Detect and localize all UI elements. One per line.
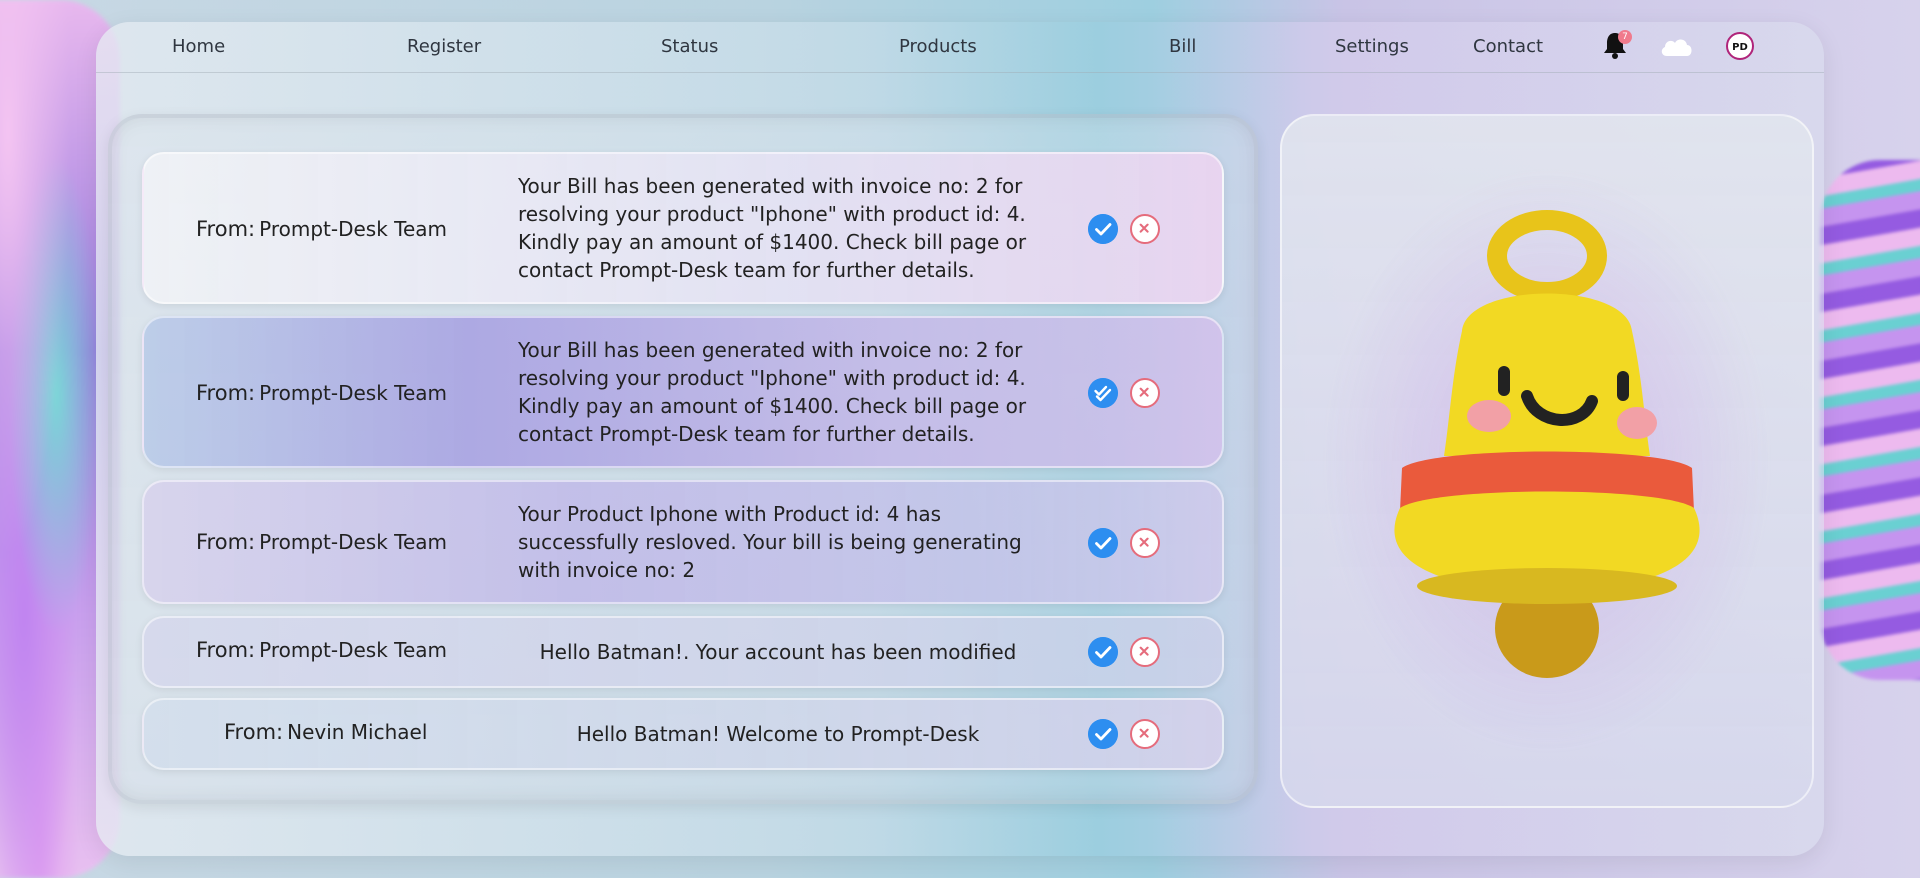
nav-contact[interactable]: Contact	[1473, 36, 1543, 57]
notification-from: From: Prompt-Desk Team	[196, 217, 447, 241]
reject-button[interactable]	[1130, 719, 1160, 749]
avatar[interactable]: PD	[1726, 32, 1754, 60]
main-frame: Home Register Status Products Bill Setti…	[96, 22, 1824, 856]
close-icon	[1139, 223, 1149, 233]
from-label: From:	[196, 530, 256, 554]
accept-button[interactable]	[1088, 214, 1118, 244]
accept-button[interactable]	[1088, 637, 1118, 667]
close-icon	[1139, 537, 1149, 547]
notification-from: From: Prompt-Desk Team	[196, 381, 447, 405]
notification-from: From: Prompt-Desk Team	[196, 530, 447, 554]
notifications-panel: From: Prompt-Desk Team Your Bill has been…	[108, 114, 1258, 804]
notification-card: From: Prompt-Desk Team Hello Batman!. You…	[142, 616, 1224, 688]
close-icon	[1139, 646, 1149, 656]
reject-button[interactable]	[1130, 378, 1160, 408]
nav-settings[interactable]: Settings	[1335, 36, 1409, 57]
notification-from: From: Prompt-Desk Team	[196, 638, 447, 662]
accept-button[interactable]	[1088, 528, 1118, 558]
sender-name: Prompt-Desk Team	[259, 530, 447, 554]
close-icon	[1139, 387, 1149, 397]
accept-button[interactable]	[1088, 719, 1118, 749]
from-label: From:	[196, 217, 256, 241]
notification-from: From: Nevin Michael	[224, 720, 427, 744]
notification-message: Hello Batman!. Your account has been mod…	[539, 640, 1017, 664]
sender-name: Prompt-Desk Team	[259, 638, 447, 662]
sender-name: Prompt-Desk Team	[259, 217, 447, 241]
navbar: Home Register Status Products Bill Setti…	[96, 22, 1824, 73]
reject-button[interactable]	[1130, 528, 1160, 558]
reject-button[interactable]	[1130, 637, 1160, 667]
sender-name: Nevin Michael	[287, 720, 428, 744]
nav-register[interactable]: Register	[407, 36, 481, 57]
notification-message: Your Product Iphone with Product id: 4 h…	[518, 502, 1022, 582]
from-label: From:	[224, 720, 284, 744]
bell-illustration	[1394, 210, 1700, 678]
notification-card: From: Prompt-Desk Team Your Bill has been…	[142, 152, 1224, 304]
reject-button[interactable]	[1130, 214, 1160, 244]
nav-bill[interactable]: Bill	[1169, 36, 1196, 57]
from-label: From:	[196, 381, 256, 405]
accept-button[interactable]	[1088, 378, 1118, 408]
nav-home[interactable]: Home	[172, 36, 225, 57]
cloud-icon[interactable]	[1658, 34, 1694, 58]
notification-card: From: Prompt-Desk Team Your Product Iphon…	[142, 480, 1224, 604]
notification-badge: 7	[1618, 30, 1632, 44]
notification-card: From: Nevin Michael Hello Batman! Welcome…	[142, 698, 1224, 770]
nav-status[interactable]: Status	[661, 36, 718, 57]
sender-name: Prompt-Desk Team	[259, 381, 447, 405]
decorative-swirl-right	[1820, 160, 1920, 680]
notification-message: Your Bill has been generated with invoic…	[518, 338, 1027, 446]
bell-illustration-panel	[1280, 114, 1814, 808]
nav-products[interactable]: Products	[899, 36, 977, 57]
notification-card: From: Prompt-Desk Team Your Bill has been…	[142, 316, 1224, 468]
close-icon	[1139, 728, 1149, 738]
notification-message: Hello Batman! Welcome to Prompt-Desk	[576, 722, 980, 746]
notification-message: Your Bill has been generated with invoic…	[518, 174, 1027, 282]
from-label: From:	[196, 638, 256, 662]
